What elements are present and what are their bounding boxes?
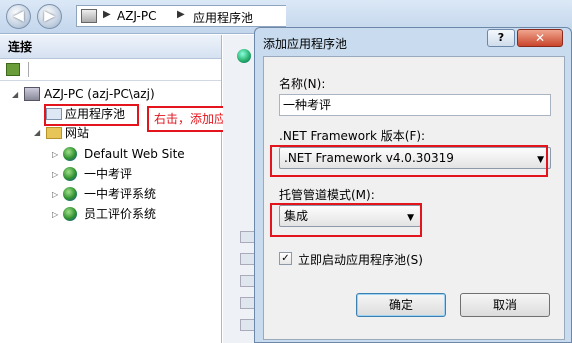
computer-icon	[24, 87, 40, 101]
breadcrumb-page[interactable]: 应用程序池	[193, 9, 253, 26]
connections-toolbar	[0, 59, 221, 81]
connect-icon[interactable]	[6, 63, 20, 76]
expand-icon[interactable]: ▷	[52, 190, 58, 199]
connections-panel: 连接 ◢ AZJ-PC (azj-PC\azj) 应用程序池 ◢ 网站 ▷ De…	[0, 35, 222, 343]
folder-icon	[46, 127, 62, 139]
ok-button[interactable]: 确定	[356, 293, 446, 317]
pipeline-label: 托管管道模式(M):	[279, 188, 375, 202]
framework-label: .NET Framework 版本(F):	[279, 129, 426, 143]
cancel-button[interactable]: 取消	[460, 293, 550, 317]
globe-icon	[63, 187, 77, 201]
tree-root[interactable]: AZJ-PC (azj-PC\azj)	[44, 85, 155, 103]
name-field[interactable]: 一种考评	[279, 94, 551, 116]
dialog-title: 添加应用程序池	[263, 37, 348, 51]
breadcrumb-arrow: ▶	[177, 9, 185, 20]
close-button[interactable]: ✕	[517, 29, 563, 47]
server-icon	[81, 9, 97, 23]
pipeline-highlight	[270, 203, 422, 237]
framework-highlight	[270, 145, 548, 177]
tree-item-site[interactable]: Default Web Site	[84, 145, 185, 163]
breadcrumb-arrow: ▶	[103, 9, 111, 20]
globe-icon	[237, 49, 251, 63]
toolbar-divider	[28, 62, 29, 77]
globe-icon	[63, 207, 77, 221]
globe-icon	[63, 147, 77, 161]
address-bar[interactable]: ▶ AZJ-PC ▶ 应用程序池	[76, 5, 286, 27]
tree-item-sites[interactable]: 网站	[65, 124, 89, 142]
start-immediately-checkbox[interactable]: ✓	[279, 252, 292, 265]
add-app-pool-dialog: 添加应用程序池 ? ✕ 名称(N): 一种考评 .NET Framework 版…	[254, 27, 572, 343]
tree-item-site[interactable]: 一中考评	[84, 165, 132, 183]
collapse-icon[interactable]: ◢	[12, 90, 18, 99]
globe-icon	[63, 167, 77, 181]
features-pane	[223, 35, 258, 343]
dialog-body: 名称(N): 一种考评 .NET Framework 版本(F): .NET F…	[263, 56, 565, 340]
expand-icon[interactable]: ▷	[52, 170, 58, 179]
app-pools-highlight	[44, 104, 139, 126]
connections-header: 连接	[0, 35, 221, 59]
collapse-icon[interactable]: ◢	[34, 128, 40, 137]
start-immediately-label: 立即启动应用程序池(S)	[298, 253, 423, 267]
help-button[interactable]: ?	[487, 29, 515, 47]
tree-item-site[interactable]: 一中考评系统	[84, 185, 156, 203]
tree-item-site[interactable]: 员工评价系统	[84, 205, 156, 223]
expand-icon[interactable]: ▷	[52, 150, 58, 159]
expand-icon[interactable]: ▷	[52, 210, 58, 219]
back-icon[interactable]: ◀	[6, 4, 31, 29]
forward-icon[interactable]: ▶	[37, 4, 62, 29]
name-label: 名称(N):	[279, 77, 326, 91]
breadcrumb-host[interactable]: AZJ-PC	[117, 9, 157, 23]
